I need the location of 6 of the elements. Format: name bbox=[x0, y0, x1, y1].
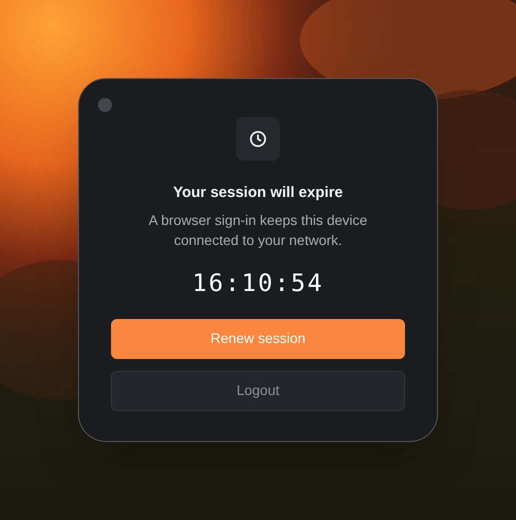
dialog-message: A browser sign-in keeps this device connected to your network. bbox=[148, 210, 368, 250]
logout-button[interactable]: Logout bbox=[111, 370, 405, 410]
countdown-timer: 16:10:54 bbox=[192, 268, 324, 298]
dialog-title: Your session will expire bbox=[173, 183, 343, 203]
renew-button[interactable]: Renew session bbox=[111, 318, 405, 358]
clock-icon bbox=[249, 130, 267, 148]
